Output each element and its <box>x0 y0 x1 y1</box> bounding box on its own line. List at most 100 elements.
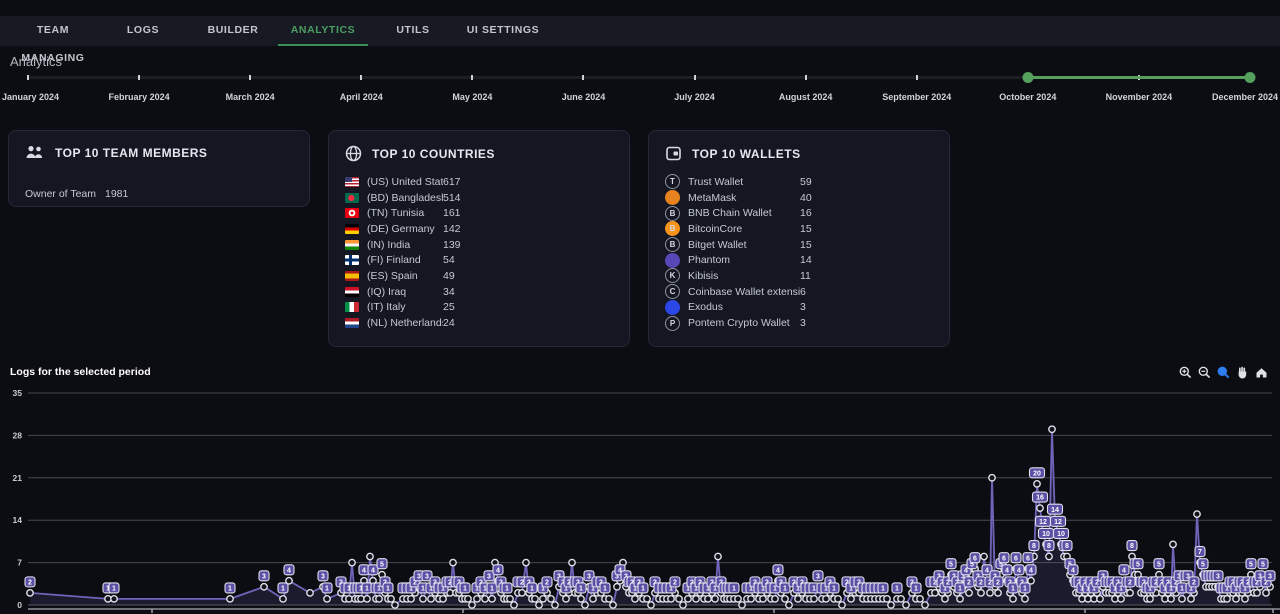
tab-team-managing[interactable]: TEAM MANAGING <box>8 16 98 46</box>
pan-icon[interactable] <box>1236 366 1249 379</box>
wallet-value: 3 <box>800 301 806 313</box>
team-members-icon <box>25 145 45 160</box>
slider-tick <box>360 75 362 80</box>
wallet-row-pontem-crypto-wallet: PPontem Crypto Wallet3 <box>665 315 933 331</box>
month-label-april-2024: April 2024 <box>340 92 383 102</box>
country-row-fi: (FI) Finland54 <box>345 252 613 268</box>
slider-selected-range[interactable] <box>1028 76 1250 79</box>
phantom-icon <box>665 253 680 268</box>
svg-text:4: 4 <box>1017 567 1021 574</box>
country-row-es: (ES) Spain49 <box>345 268 613 284</box>
svg-text:21: 21 <box>13 473 23 483</box>
page-title: Analytics <box>10 54 62 69</box>
flag-bd-icon <box>345 193 359 203</box>
bnb-chain-wallet-icon: B <box>665 206 680 221</box>
svg-text:2: 2 <box>979 579 983 586</box>
month-label-may-2024: May 2024 <box>452 92 492 102</box>
flag-us-icon <box>345 177 359 187</box>
wallet-name: Exodus <box>688 301 800 313</box>
logs-chart-section: Logs for the selected period <box>0 360 1280 614</box>
svg-text:6: 6 <box>973 555 977 562</box>
month-label-february-2024: February 2024 <box>109 92 170 102</box>
country-name: (TN) Tunisia <box>367 207 443 219</box>
slider-tick <box>805 75 807 80</box>
wallet-value: 59 <box>800 176 812 188</box>
tab-analytics[interactable]: ANALYTICS <box>278 16 368 46</box>
slider-tick <box>138 75 140 80</box>
svg-text:1: 1 <box>641 586 645 593</box>
wallet-row-phantom: Phantom14 <box>665 252 933 268</box>
wallet-row-exodus: Exodus3 <box>665 300 933 316</box>
svg-text:8: 8 <box>1047 543 1051 550</box>
month-label-october-2024: October 2024 <box>999 92 1056 102</box>
country-row-bd: (BD) Bangladesh514 <box>345 190 613 206</box>
kibisis-icon: K <box>665 268 680 283</box>
tab-builder[interactable]: BUILDER <box>188 16 278 46</box>
svg-text:2: 2 <box>28 579 32 586</box>
pontem-crypto-wallet-icon: P <box>665 316 680 331</box>
svg-text:3: 3 <box>417 573 421 580</box>
country-name: (IT) Italy <box>367 301 443 313</box>
slider-handle-end[interactable] <box>1245 72 1256 83</box>
country-value: 49 <box>443 270 455 282</box>
slider-handle-start[interactable] <box>1022 72 1033 83</box>
svg-text:3: 3 <box>816 573 820 580</box>
flag-iq-icon <box>345 287 359 297</box>
flag-de-icon <box>345 224 359 234</box>
wallet-row-bitcoincore: BBitcoinCore15 <box>665 221 933 237</box>
svg-text:1: 1 <box>1180 586 1184 593</box>
country-name: (US) United States <box>367 176 443 188</box>
wallet-value: 6 <box>800 286 806 298</box>
wallet-value: 40 <box>800 192 812 204</box>
home-icon[interactable] <box>1255 366 1268 379</box>
tab-logs[interactable]: LOGS <box>98 16 188 46</box>
zoom-out-icon[interactable] <box>1198 366 1211 379</box>
svg-text:5: 5 <box>1136 561 1140 568</box>
svg-text:5: 5 <box>949 561 953 568</box>
country-name: (NL) Netherlands <box>367 317 443 329</box>
slider-tick <box>694 75 696 80</box>
slider-track[interactable] <box>28 76 1250 79</box>
country-name: (ES) Spain <box>367 270 443 282</box>
wallet-value: 15 <box>800 223 812 235</box>
tab-utils[interactable]: UTILS <box>368 16 458 46</box>
svg-text:1: 1 <box>281 586 285 593</box>
svg-text:7: 7 <box>17 558 22 568</box>
wallet-row-coinbase-wallet-extension: CCoinbase Wallet extension6 <box>665 284 933 300</box>
wallet-row-trust-wallet: TTrust Wallet59 <box>665 174 933 190</box>
logs-chart-canvas[interactable]: 0714212835211131431211111414115211112313… <box>0 385 1280 614</box>
card-title: TOP 10 TEAM MEMBERS <box>55 146 207 160</box>
svg-text:6: 6 <box>1014 555 1018 562</box>
svg-text:5: 5 <box>1157 561 1161 568</box>
wallet-name: Pontem Crypto Wallet <box>688 317 800 329</box>
svg-text:1: 1 <box>914 586 918 593</box>
svg-text:1: 1 <box>783 586 787 593</box>
wallet-name: BNB Chain Wallet <box>688 207 800 219</box>
bitget-wallet-icon: B <box>665 237 680 252</box>
zoom-in-icon[interactable] <box>1179 366 1192 379</box>
svg-text:3: 3 <box>1216 573 1220 580</box>
svg-text:1: 1 <box>603 586 607 593</box>
svg-text:1: 1 <box>386 586 390 593</box>
svg-text:20: 20 <box>1033 470 1041 477</box>
svg-text:6: 6 <box>1026 555 1030 562</box>
country-name: (DE) Germany <box>367 223 443 235</box>
wallet-list: TTrust Wallet59MetaMask40BBNB Chain Wall… <box>649 162 949 331</box>
svg-text:4: 4 <box>776 567 780 574</box>
svg-text:1: 1 <box>112 586 116 593</box>
member-value: 1981 <box>105 188 128 200</box>
svg-text:2: 2 <box>673 579 677 586</box>
svg-text:5: 5 <box>380 561 384 568</box>
svg-text:1: 1 <box>505 586 509 593</box>
wallet-name: Phantom <box>688 254 800 266</box>
tab-ui-settings[interactable]: UI SETTINGS <box>458 16 548 46</box>
wallet-name: Bitget Wallet <box>688 239 800 251</box>
slider-tick <box>27 75 29 80</box>
trust-wallet-icon: T <box>665 174 680 189</box>
box-zoom-icon[interactable] <box>1217 366 1230 379</box>
svg-text:1: 1 <box>1011 586 1015 593</box>
svg-text:2: 2 <box>996 579 1000 586</box>
svg-text:1: 1 <box>732 586 736 593</box>
country-row-tn: (TN) Tunisia161 <box>345 205 613 221</box>
country-name: (IQ) Iraq <box>367 286 443 298</box>
